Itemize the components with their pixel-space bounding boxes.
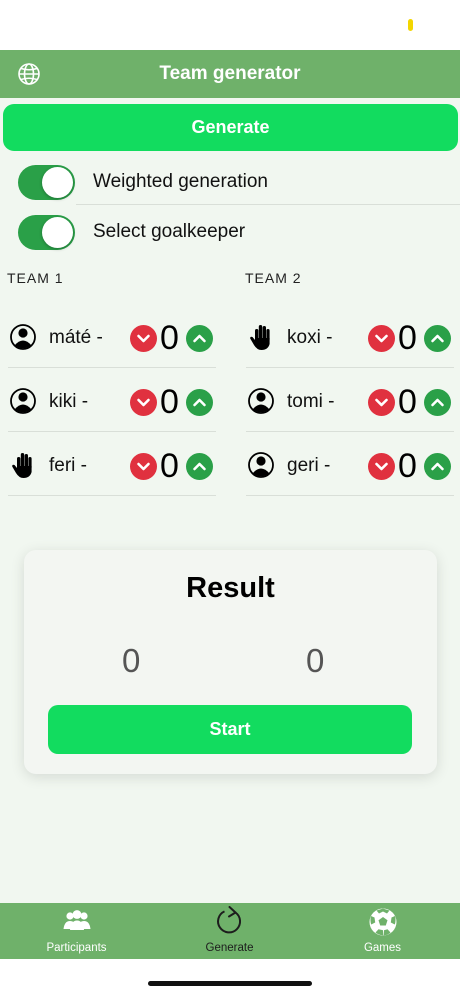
- chevron-up-icon: [193, 398, 206, 407]
- chevron-up-icon: [193, 334, 206, 343]
- decrease-score-button[interactable]: [368, 453, 395, 480]
- divider: [8, 367, 216, 368]
- increase-score-button[interactable]: [186, 453, 213, 480]
- chevron-down-icon: [375, 462, 388, 471]
- player-name: feri -: [49, 455, 87, 476]
- person-icon: [10, 388, 36, 414]
- decrease-score-button[interactable]: [130, 325, 157, 352]
- team-2-player-row: geri - 0: [246, 433, 454, 496]
- divider: [8, 431, 216, 432]
- divider: [76, 204, 460, 205]
- toggle-row-weighted: Weighted generation: [0, 157, 460, 205]
- team-1-result-score: 0: [122, 642, 141, 679]
- increase-score-button[interactable]: [424, 389, 451, 416]
- select-goalkeeper-toggle[interactable]: [18, 215, 75, 250]
- toggle-knob: [42, 217, 73, 248]
- tab-generate[interactable]: Generate: [153, 903, 306, 959]
- player-name: tomi -: [287, 391, 335, 412]
- result-title: Result: [186, 572, 275, 604]
- status-bar: [0, 0, 460, 50]
- hand-icon: [250, 325, 270, 350]
- team-1-player-row: kiki - 0: [8, 369, 216, 432]
- player-name: koxi -: [287, 327, 333, 348]
- chevron-up-icon: [193, 462, 206, 471]
- divider: [8, 495, 216, 496]
- chevron-up-icon: [431, 398, 444, 407]
- decrease-score-button[interactable]: [368, 325, 395, 352]
- main-content: Generate Weighted generation Select goal…: [0, 98, 460, 903]
- player-name: máté -: [49, 327, 103, 348]
- result-card: Result 0 0 Start: [24, 550, 437, 774]
- increase-score-button[interactable]: [186, 325, 213, 352]
- player-name: kiki -: [49, 391, 89, 412]
- increase-score-button[interactable]: [424, 325, 451, 352]
- chevron-down-icon: [137, 462, 150, 471]
- refresh-icon: [216, 906, 241, 934]
- tab-participants[interactable]: Participants: [0, 903, 153, 959]
- divider: [246, 367, 454, 368]
- participants-icon: [63, 910, 90, 930]
- decrease-score-button[interactable]: [368, 389, 395, 416]
- person-icon: [10, 324, 36, 350]
- select-goalkeeper-label: Select goalkeeper: [93, 221, 246, 242]
- team-2-player-row: koxi - 0: [246, 305, 454, 368]
- team-2-result-score: 0: [306, 642, 325, 679]
- divider: [246, 495, 454, 496]
- person-icon: [248, 388, 274, 414]
- player-score: 0: [398, 447, 417, 485]
- chevron-down-icon: [137, 398, 150, 407]
- tab-bar: Participants Generate Games: [0, 903, 460, 959]
- tab-label: Participants: [46, 942, 107, 954]
- start-button[interactable]: Start: [48, 705, 412, 754]
- generate-button[interactable]: Generate: [3, 104, 458, 151]
- team-2-header: TEAM 2: [245, 270, 302, 286]
- team-1-player-row: feri - 0: [8, 433, 216, 496]
- player-score: 0: [160, 383, 179, 421]
- player-score: 0: [160, 447, 179, 485]
- team-1-header: TEAM 1: [7, 270, 64, 286]
- nav-bar: Team generator: [0, 50, 460, 98]
- decrease-score-button[interactable]: [130, 453, 157, 480]
- increase-score-button[interactable]: [186, 389, 213, 416]
- chevron-down-icon: [375, 334, 388, 343]
- weighted-generation-toggle[interactable]: [18, 165, 75, 200]
- status-indicator: [408, 19, 413, 31]
- tab-label: Games: [363, 942, 402, 954]
- chevron-down-icon: [375, 398, 388, 407]
- decrease-score-button[interactable]: [130, 389, 157, 416]
- tab-label: Generate: [205, 942, 254, 954]
- home-area: [0, 959, 460, 996]
- chevron-up-icon: [431, 462, 444, 471]
- weighted-generation-label: Weighted generation: [93, 171, 268, 192]
- soccer-ball-icon: [369, 908, 396, 936]
- player-score: 0: [398, 383, 417, 421]
- page-title: Team generator: [159, 63, 301, 84]
- player-score: 0: [398, 319, 417, 357]
- home-indicator[interactable]: [148, 981, 312, 986]
- increase-score-button[interactable]: [424, 453, 451, 480]
- hand-icon: [12, 453, 32, 478]
- player-score: 0: [160, 319, 179, 357]
- chevron-down-icon: [137, 334, 150, 343]
- tab-games[interactable]: Games: [306, 903, 459, 959]
- toggle-row-goalkeeper: Select goalkeeper: [0, 207, 460, 255]
- person-icon: [248, 452, 274, 478]
- toggle-knob: [42, 167, 73, 198]
- chevron-up-icon: [431, 334, 444, 343]
- player-name: geri -: [287, 455, 331, 476]
- team-2-player-row: tomi - 0: [246, 369, 454, 432]
- divider: [246, 431, 454, 432]
- team-1-player-row: máté - 0: [8, 305, 216, 368]
